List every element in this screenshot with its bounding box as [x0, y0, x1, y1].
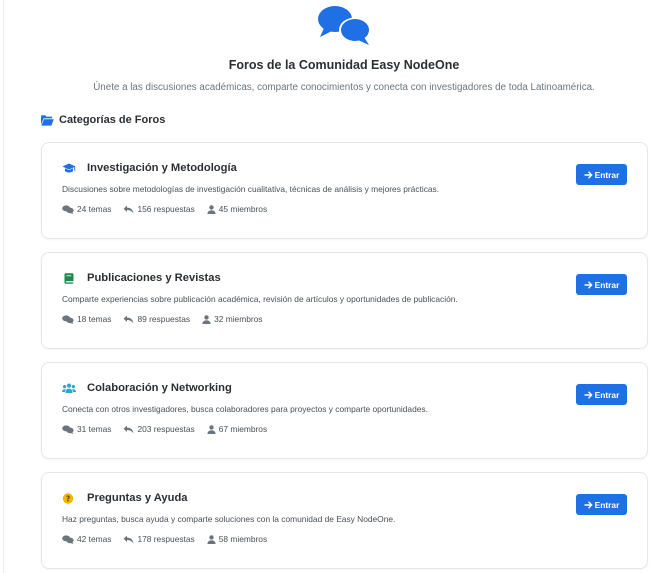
- members-stat: 32 miembros: [202, 314, 262, 324]
- forum-category-card: Publicaciones y Revistas Comparte experi…: [41, 252, 648, 349]
- enter-button[interactable]: Entrar: [576, 274, 627, 295]
- category-title[interactable]: Preguntas y Ayuda: [87, 492, 188, 504]
- topics-count: 31 temas: [77, 424, 112, 434]
- folder-open-icon: [41, 114, 54, 126]
- enter-button[interactable]: Entrar: [576, 164, 627, 185]
- enter-button-label: Entrar: [594, 499, 620, 510]
- replies-count: 156 respuestas: [137, 204, 195, 214]
- question-circle-icon: ?: [62, 492, 76, 504]
- users-icon: [62, 383, 76, 394]
- user-icon: [207, 204, 216, 214]
- members-count: 67 miembros: [218, 424, 268, 434]
- members-count: 32 miembros: [214, 314, 263, 324]
- forum-category-list: Investigación y Metodología Discusiones …: [41, 142, 648, 573]
- replies-count: 203 respuestas: [137, 424, 195, 434]
- category-description: Haz preguntas, busca ayuda y comparte so…: [62, 514, 396, 524]
- user-icon: [207, 424, 216, 434]
- replies-stat: 156 respuestas: [123, 204, 195, 214]
- members-stat: 45 miembros: [207, 204, 267, 214]
- card-header: Colaboración y Networking: [62, 382, 232, 394]
- topics-stat: 31 temas: [62, 424, 111, 434]
- topics-count: 42 temas: [77, 534, 112, 544]
- card-header: Investigación y Metodología: [62, 162, 237, 174]
- replies-stat: 178 respuestas: [123, 534, 195, 544]
- arrow-right-icon: [584, 500, 593, 509]
- reply-icon: [123, 315, 134, 324]
- enter-button-label: Entrar: [594, 169, 620, 180]
- arrow-right-icon: [584, 170, 593, 179]
- category-stats: 31 temas 203 respuestas 67 miembros: [62, 424, 279, 434]
- members-stat: 58 miembros: [207, 534, 267, 544]
- forum-category-card: ? Preguntas y Ayuda Haz preguntas, busca…: [41, 472, 648, 569]
- arrow-right-icon: [584, 390, 593, 399]
- members-count: 45 miembros: [218, 204, 268, 214]
- card-header: Publicaciones y Revistas: [62, 272, 221, 284]
- members-stat: 67 miembros: [207, 424, 267, 434]
- reply-icon: [123, 535, 134, 544]
- arrow-right-icon: [584, 280, 593, 289]
- topics-stat: 24 temas: [62, 204, 111, 214]
- category-stats: 24 temas 156 respuestas 45 miembros: [62, 204, 279, 214]
- forum-category-card: Colaboración y Networking Conecta con ot…: [41, 362, 648, 459]
- comments-icon: [62, 204, 74, 214]
- category-stats: 18 temas 89 respuestas 32 miembros: [62, 314, 274, 324]
- section-heading-label: Categorías de Foros: [59, 114, 166, 126]
- topics-count: 18 temas: [77, 314, 112, 324]
- section-heading: Categorías de Foros: [41, 114, 165, 126]
- reply-icon: [123, 205, 134, 214]
- book-icon: [62, 272, 76, 284]
- topics-stat: 18 temas: [62, 314, 111, 324]
- enter-button-label: Entrar: [594, 389, 620, 400]
- replies-stat: 89 respuestas: [123, 314, 190, 324]
- category-description: Conecta con otros investigadores, busca …: [62, 404, 428, 414]
- category-description: Comparte experiencias sobre publicación …: [62, 294, 458, 304]
- category-stats: 42 temas 178 respuestas 58 miembros: [62, 534, 279, 544]
- comments-icon: [316, 3, 374, 47]
- comments-icon: [62, 424, 74, 434]
- category-title[interactable]: Publicaciones y Revistas: [87, 272, 221, 284]
- card-header: ? Preguntas y Ayuda: [62, 492, 188, 504]
- user-icon: [207, 534, 216, 544]
- page-subtitle: Únete a las discusiones académicas, comp…: [93, 82, 595, 93]
- forums-page: Foros de la Comunidad Easy NodeOne Únete…: [0, 0, 669, 573]
- user-icon: [202, 314, 211, 324]
- enter-button-label: Entrar: [594, 279, 620, 290]
- category-title[interactable]: Investigación y Metodología: [87, 162, 237, 174]
- reply-icon: [123, 425, 134, 434]
- topics-stat: 42 temas: [62, 534, 111, 544]
- svg-text:?: ?: [66, 494, 70, 503]
- replies-count: 89 respuestas: [137, 314, 191, 324]
- topics-count: 24 temas: [77, 204, 112, 214]
- replies-stat: 203 respuestas: [123, 424, 195, 434]
- page-title: Foros de la Comunidad Easy NodeOne: [228, 58, 460, 72]
- forum-category-card: Investigación y Metodología Discusiones …: [41, 142, 648, 239]
- enter-button[interactable]: Entrar: [576, 494, 627, 515]
- graduation-cap-icon: [62, 163, 76, 174]
- members-count: 58 miembros: [218, 534, 268, 544]
- category-title[interactable]: Colaboración y Networking: [87, 382, 232, 394]
- comments-icon: [62, 534, 74, 544]
- category-description: Discusiones sobre metodologías de invest…: [62, 184, 440, 194]
- replies-count: 178 respuestas: [137, 534, 195, 544]
- comments-icon: [62, 314, 74, 324]
- enter-button[interactable]: Entrar: [576, 384, 627, 405]
